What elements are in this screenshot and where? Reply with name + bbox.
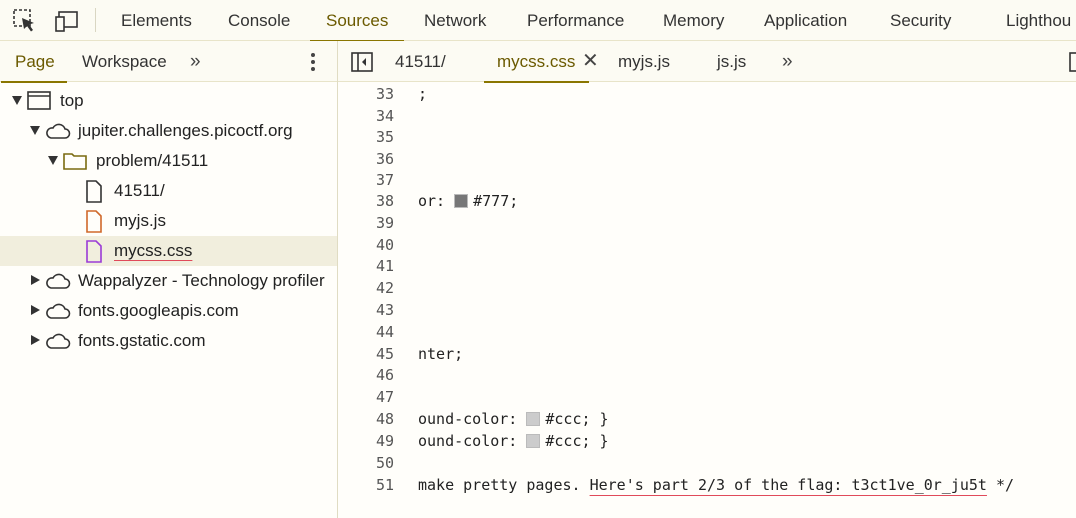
device-toggle-icon[interactable]: [54, 8, 80, 34]
line-number: 33: [375, 85, 394, 103]
tree-item-label: Wappalyzer - Technology profiler: [78, 271, 325, 290]
cloud-icon: [46, 123, 71, 139]
expand-arrow-icon[interactable]: [30, 126, 40, 135]
stylesheet-file-icon: [86, 240, 102, 263]
line-text: ound-color: #ccc; }: [418, 432, 609, 450]
editor-tab-mycss[interactable]: mycss.css: [483, 41, 590, 83]
close-tab-icon[interactable]: ✕: [582, 41, 599, 82]
toolbar-divider: [95, 8, 96, 32]
color-swatch[interactable]: [454, 194, 469, 208]
line-number: 40: [375, 236, 394, 254]
tree-item-top[interactable]: top: [0, 86, 337, 116]
flag-comment: Here's part 2/3 of the flag: t3ct1ve_0r_…: [589, 476, 987, 494]
line-text: ;: [418, 85, 428, 103]
line-text: make pretty pages. Here's part 2/3 of th…: [418, 476, 1015, 494]
tab-sources[interactable]: Sources: [309, 0, 405, 42]
collapse-arrow-icon[interactable]: [31, 305, 40, 315]
more-tabs-chevron-icon[interactable]: »: [782, 41, 792, 82]
tree-item-domain[interactable]: fonts.gstatic.com: [0, 326, 337, 356]
tree-item-label: myjs.js: [114, 211, 166, 230]
tab-console[interactable]: Console: [228, 0, 290, 41]
tab-performance[interactable]: Performance: [527, 0, 624, 41]
cloud-icon: [46, 273, 71, 289]
tree-item-label: jupiter.challenges.picoctf.org: [78, 121, 293, 140]
toggle-debugger-icon[interactable]: [1068, 51, 1076, 73]
line-text: nter;: [418, 345, 464, 363]
code-editor[interactable]: 33 ; 34 35 36 37 38 or: #777; 39 40 41 4…: [338, 82, 1076, 518]
tree-item-label: mycss.css: [114, 241, 193, 260]
cloud-icon: [46, 303, 71, 319]
tab-memory[interactable]: Memory: [663, 0, 724, 41]
tree-item-extension[interactable]: Wappalyzer - Technology profiler: [0, 266, 337, 296]
line-number: 41: [375, 257, 394, 275]
tree-item-label: fonts.gstatic.com: [78, 331, 206, 350]
line-number: 38: [375, 192, 394, 210]
line-number: 45: [375, 345, 394, 363]
tab-workspace[interactable]: Workspace: [82, 41, 167, 82]
editor-tab-js[interactable]: js.js: [717, 41, 746, 82]
frame-icon: [27, 91, 51, 110]
expand-arrow-icon[interactable]: [48, 156, 58, 165]
tree-item-label: problem/41511: [96, 151, 209, 170]
cloud-icon: [46, 333, 71, 349]
line-number: 36: [375, 150, 394, 168]
line-number: 37: [375, 171, 394, 189]
line-number: 50: [375, 454, 394, 472]
line-number: 46: [375, 366, 394, 384]
devtools-toolbar: Elements Console Sources Network Perform…: [0, 0, 1076, 42]
more-options-icon[interactable]: [306, 52, 320, 72]
tree-item-stylesheet[interactable]: mycss.css: [0, 236, 337, 266]
tree-item-domain[interactable]: jupiter.challenges.picoctf.org: [0, 116, 337, 146]
expand-arrow-icon[interactable]: [12, 96, 22, 105]
tree-item-document[interactable]: 41511/: [0, 176, 337, 206]
line-text: or: #777;: [418, 192, 519, 210]
tree-item-script[interactable]: myjs.js: [0, 206, 337, 236]
editor-tab-myjs[interactable]: myjs.js: [618, 41, 670, 82]
tab-elements[interactable]: Elements: [121, 0, 192, 41]
collapse-arrow-icon[interactable]: [31, 275, 40, 285]
line-number: 44: [375, 323, 394, 341]
line-number: 43: [375, 301, 394, 319]
inspect-element-icon[interactable]: [12, 8, 38, 34]
tree-item-label: 41511/: [114, 181, 165, 200]
tab-application[interactable]: Application: [764, 0, 847, 41]
editor-tab-document[interactable]: 41511/: [395, 41, 446, 82]
line-number: 34: [375, 107, 394, 125]
tree-item-folder[interactable]: problem/41511: [0, 146, 337, 176]
script-file-icon: [86, 210, 102, 233]
tree-item-label: top: [60, 91, 84, 110]
tab-page[interactable]: Page: [1, 41, 67, 83]
tab-lighthouse[interactable]: Lighthou: [1006, 0, 1071, 41]
more-tabs-chevron-icon[interactable]: »: [190, 41, 200, 82]
line-number: 39: [375, 214, 394, 232]
collapse-arrow-icon[interactable]: [31, 335, 40, 345]
line-number: 48: [375, 410, 394, 428]
tree-item-label: fonts.googleapis.com: [78, 301, 239, 320]
toggle-navigator-icon[interactable]: [350, 51, 374, 73]
color-swatch[interactable]: [526, 434, 541, 448]
document-file-icon: [86, 180, 102, 203]
folder-icon: [63, 153, 87, 170]
line-text: ound-color: #ccc; }: [418, 410, 609, 428]
tab-network[interactable]: Network: [424, 0, 486, 41]
navigator-tabbar: Page Workspace »: [0, 41, 338, 83]
editor-tabbar: 41511/ mycss.css ✕ myjs.js js.js »: [338, 41, 1076, 83]
tab-security[interactable]: Security: [890, 0, 951, 41]
line-number: 47: [375, 388, 394, 406]
line-number: 42: [375, 279, 394, 297]
tree-item-domain[interactable]: fonts.googleapis.com: [0, 296, 337, 326]
line-number: 51: [375, 476, 394, 494]
line-number: 49: [375, 432, 394, 450]
line-number: 35: [375, 128, 394, 146]
file-tree: top jupiter.challenges.picoctf.org probl…: [0, 86, 337, 356]
color-swatch[interactable]: [526, 412, 541, 426]
